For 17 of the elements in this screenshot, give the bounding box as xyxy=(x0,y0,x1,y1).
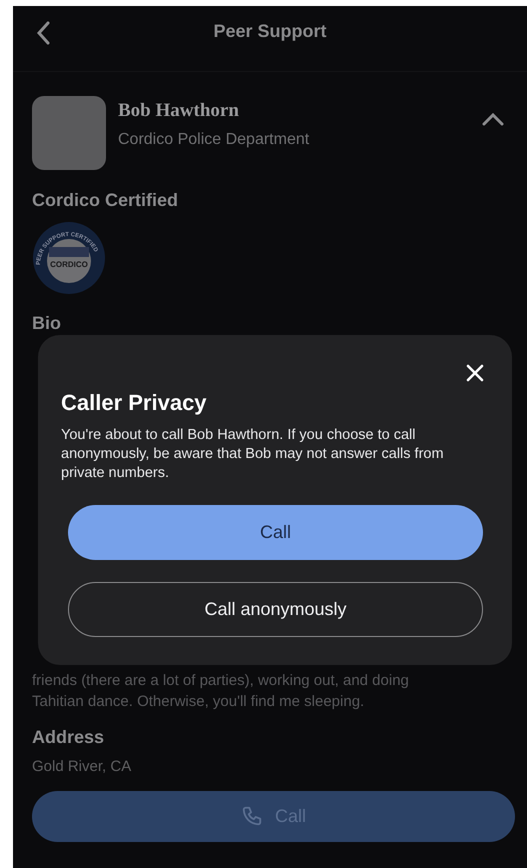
person-name: Bob Hawthorn xyxy=(118,100,240,122)
department-name: Cordico Police Department xyxy=(118,131,310,149)
section-heading: Cordico Certified xyxy=(32,190,180,211)
section-heading: Bio xyxy=(32,313,62,334)
call-anonymously-button[interactable]: Call anonymously xyxy=(68,582,483,637)
close-icon[interactable] xyxy=(466,364,484,382)
back-icon[interactable] xyxy=(36,21,50,45)
phone-icon xyxy=(240,805,263,828)
bio-text: friends (there are a lot of parties), working out, and doing xyxy=(32,672,409,689)
dialog-message: You're about to call Bob Hawthorn. If you choose to call anonymously, be aware that Bob may not answer calls from private numbers. xyxy=(61,426,445,483)
address-text: Gold River, CA xyxy=(32,758,132,775)
dialog-title: Caller Privacy xyxy=(61,390,208,416)
bio-text: Tahitian dance. Otherwise, you'll find me sleeping. xyxy=(32,692,364,710)
section-heading: Address xyxy=(32,726,106,748)
chevron-icon[interactable] xyxy=(482,112,504,126)
screen-title: Peer Support xyxy=(213,21,327,42)
call-button[interactable]: Call xyxy=(68,505,483,560)
